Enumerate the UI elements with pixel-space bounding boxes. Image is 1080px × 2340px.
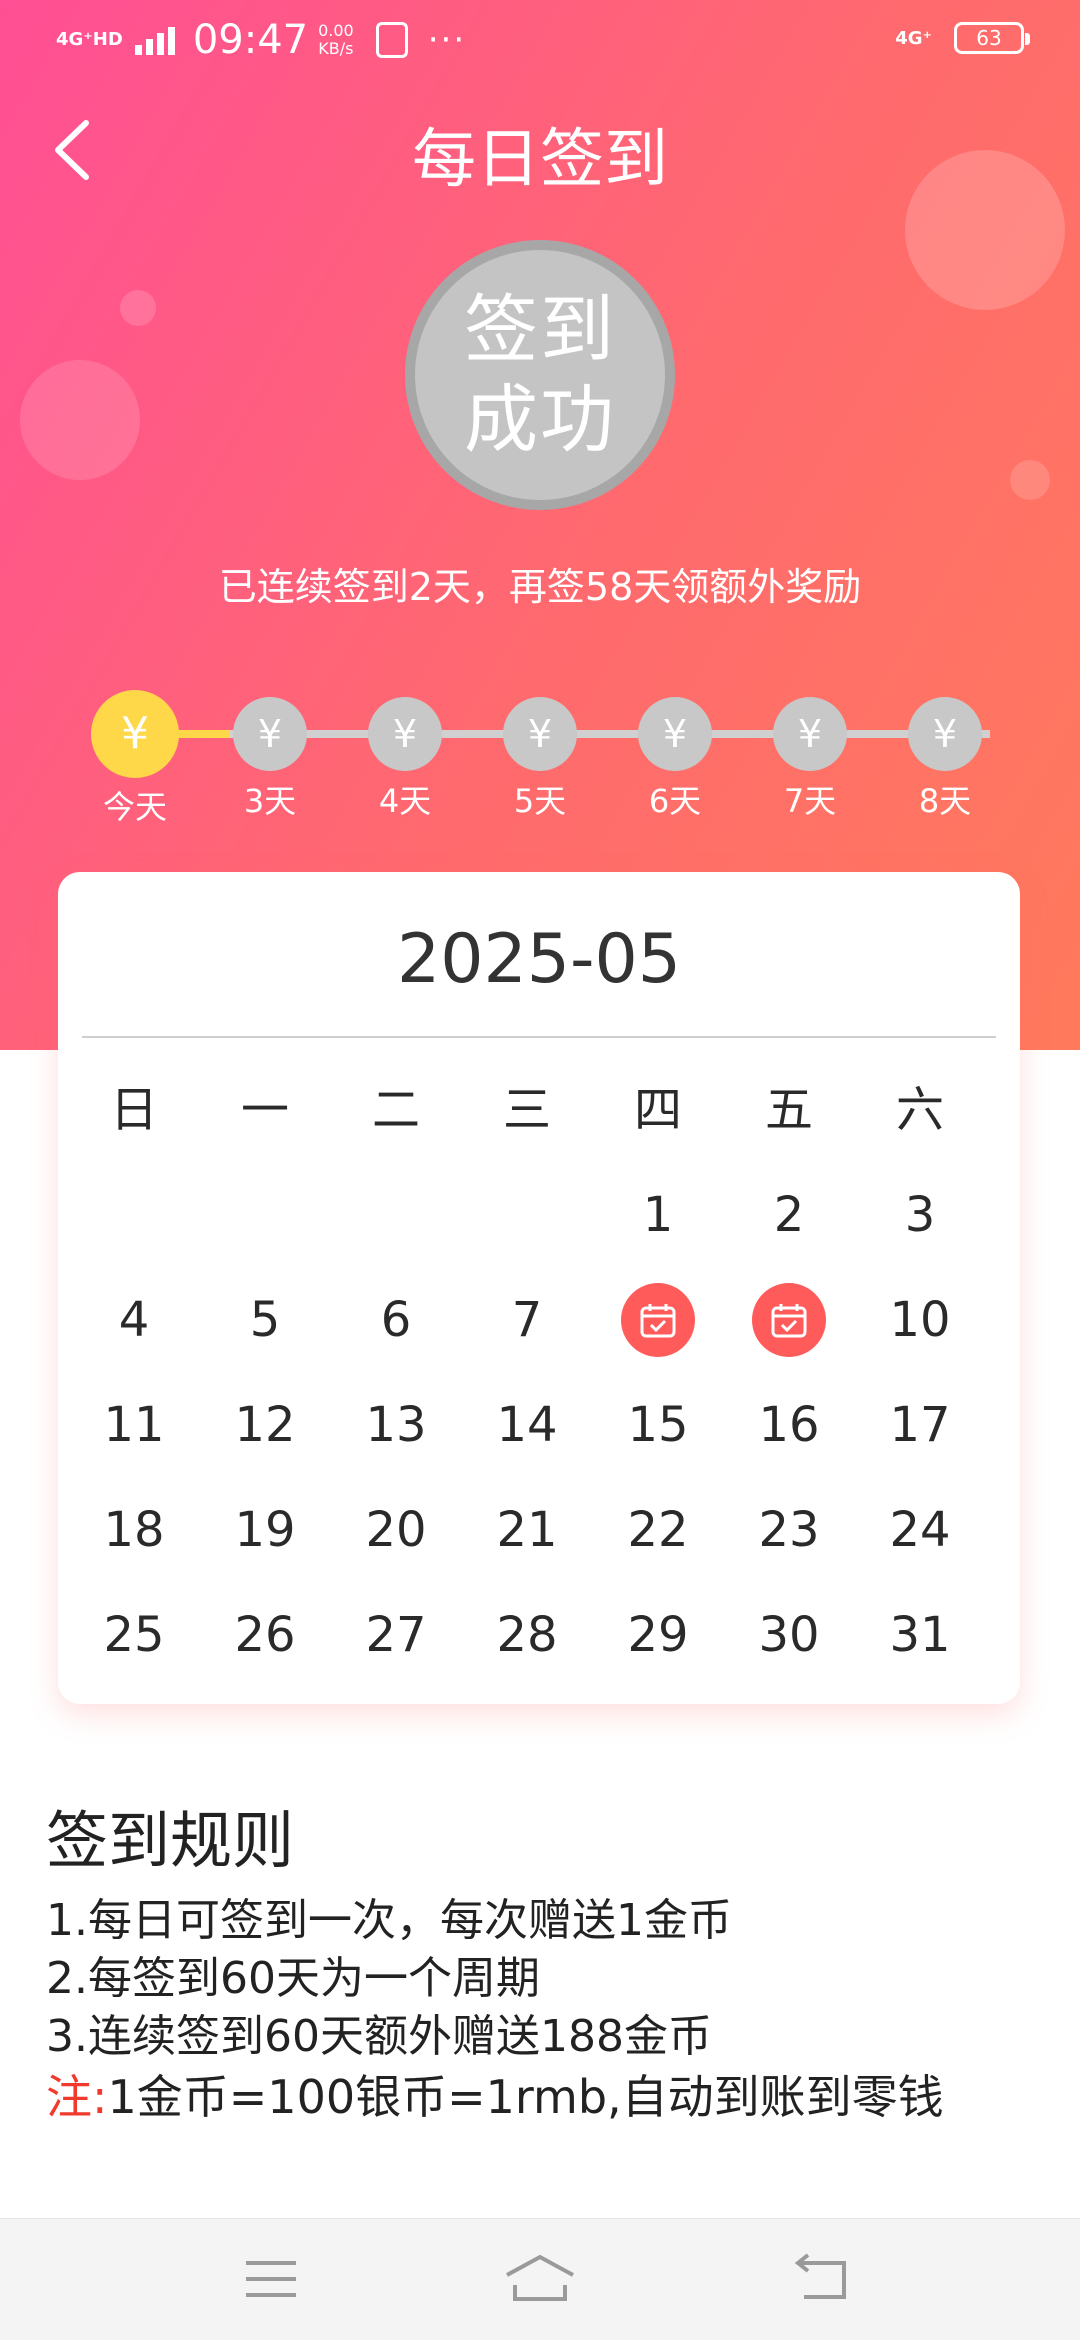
- weekday-header: 一: [240, 1082, 289, 1138]
- decorative-bubble: [20, 360, 140, 480]
- rule-item: 1.每日可签到一次，每次赠送1金币: [46, 1895, 732, 1946]
- calendar-day[interactable]: 4: [84, 1280, 184, 1360]
- reward-coin-icon: ¥: [368, 697, 442, 771]
- calendar-day[interactable]: 14: [477, 1385, 577, 1465]
- calendar-day[interactable]: 26: [215, 1595, 315, 1675]
- calendar-day[interactable]: 18: [84, 1490, 184, 1570]
- calendar-day[interactable]: 21: [477, 1490, 577, 1570]
- checkin-rules: 签到规则 1.每日可签到一次，每次赠送1金币 2.每签到60天为一个周期 3.连…: [46, 1790, 1046, 2128]
- reward-coin-icon: ¥: [638, 697, 712, 771]
- calendar-month: 2025-05: [396, 920, 682, 999]
- reward-coin-icon: ¥: [91, 690, 179, 778]
- return-icon: [794, 2253, 846, 2299]
- calendar-day[interactable]: 2: [739, 1175, 839, 1255]
- network-type: 4G⁺HD: [56, 29, 123, 50]
- home-button[interactable]: [495, 2249, 585, 2309]
- badge-line-1: 签到: [464, 287, 616, 373]
- checked-calendar-icon: [621, 1283, 695, 1357]
- rule-note: 注:1金币=100银币=1rmb,自动到账到零钱: [46, 2066, 1046, 2128]
- calendar-day[interactable]: 27: [346, 1595, 446, 1675]
- streak-message: 已连续签到2天，再签58天领额外奖励: [218, 565, 862, 609]
- calendar-day[interactable]: 15: [608, 1385, 708, 1465]
- calendar-day[interactable]: 16: [739, 1385, 839, 1465]
- calendar-day-signed[interactable]: [739, 1280, 839, 1360]
- battery-level: 63: [976, 26, 1002, 50]
- sim-card-icon: [375, 22, 408, 58]
- reward-coin-icon: ¥: [233, 697, 307, 771]
- calendar-day[interactable]: 10: [870, 1280, 970, 1360]
- calendar-day[interactable]: 3: [870, 1175, 970, 1255]
- calendar-day[interactable]: 28: [477, 1595, 577, 1675]
- rules-title: 签到规则: [46, 1804, 295, 1877]
- rule-item: 3.连续签到60天额外赠送188金币: [46, 2011, 712, 2062]
- page-title: 每日签到: [412, 123, 668, 197]
- calendar-day[interactable]: 20: [346, 1490, 446, 1570]
- status-bar: 4G⁺HD 09:47 0.00 KB/s ··· 4G⁺ 63: [0, 0, 1080, 80]
- status-time: 09:47: [192, 17, 309, 63]
- calendar-day[interactable]: 6: [346, 1280, 446, 1360]
- reward-step-label: 4天: [378, 782, 432, 820]
- decorative-bubble: [1010, 460, 1050, 500]
- network-speed-unit: KB/s: [318, 39, 354, 58]
- weekday-header: 二: [371, 1082, 420, 1138]
- battery-icon: 63: [954, 22, 1030, 54]
- weekday-header: 五: [764, 1082, 813, 1138]
- divider: [82, 1036, 996, 1038]
- weekday-header: 三: [502, 1082, 551, 1138]
- calendar-day[interactable]: 7: [477, 1280, 577, 1360]
- calendar-day[interactable]: 1: [608, 1175, 708, 1255]
- checked-calendar-icon: [752, 1283, 826, 1357]
- system-navigation-bar: [0, 2218, 1080, 2340]
- calendar-check-icon: [771, 1304, 807, 1338]
- recent-apps-button[interactable]: [226, 2249, 316, 2309]
- note-text: 1金币=100银币=1rmb,自动到账到零钱: [107, 2070, 944, 2124]
- calendar-day[interactable]: 29: [608, 1595, 708, 1675]
- network-type-right: 4G⁺: [895, 27, 932, 49]
- reward-coin-icon: ¥: [503, 697, 577, 771]
- menu-icon: [246, 2261, 296, 2297]
- checkin-success-badge: 签到 成功: [405, 240, 675, 510]
- checkin-calendar: 2025-05 日一二三四五六 1 2 3 4 5 6 7 10 11 12 13 14 15 16 17 18…: [58, 872, 1020, 1704]
- calendar-day[interactable]: 24: [870, 1490, 970, 1570]
- calendar-day[interactable]: 22: [608, 1490, 708, 1570]
- reward-coin-icon: ¥: [773, 697, 847, 771]
- calendar-day[interactable]: 5: [215, 1280, 315, 1360]
- calendar-day[interactable]: 25: [84, 1595, 184, 1675]
- weekday-header: 日: [109, 1082, 158, 1138]
- calendar-day[interactable]: 13: [346, 1385, 446, 1465]
- badge-line-2: 成功: [464, 377, 616, 463]
- reward-step-label: 3天: [243, 782, 297, 820]
- weekday-header: 六: [895, 1082, 944, 1138]
- calendar-day[interactable]: 23: [739, 1490, 839, 1570]
- decorative-bubble: [120, 290, 156, 326]
- reward-step-label: 7天: [783, 782, 837, 820]
- calendar-day[interactable]: 19: [215, 1490, 315, 1570]
- note-label: 注:: [46, 2070, 108, 2124]
- network-speed: 0.00 KB/s: [318, 22, 354, 58]
- reward-step-label: 8天: [918, 782, 972, 820]
- calendar-day[interactable]: 12: [215, 1385, 315, 1465]
- weekday-header: 四: [633, 1082, 682, 1138]
- home-icon: [506, 2254, 574, 2301]
- signal-icon: [134, 25, 183, 55]
- back-nav-button[interactable]: [776, 2249, 866, 2309]
- calendar-check-icon: [640, 1304, 676, 1338]
- reward-coin-icon: ¥: [908, 697, 982, 771]
- calendar-day[interactable]: 30: [739, 1595, 839, 1675]
- rule-item: 2.每签到60天为一个周期: [46, 1953, 540, 2004]
- calendar-day[interactable]: 31: [870, 1595, 970, 1675]
- more-notifications-icon: ···: [427, 20, 467, 60]
- reward-step-label: 6天: [648, 782, 702, 820]
- calendar-day-signed[interactable]: [608, 1280, 708, 1360]
- calendar-day[interactable]: 17: [870, 1385, 970, 1465]
- calendar-day[interactable]: 11: [84, 1385, 184, 1465]
- network-speed-value: 0.00: [318, 21, 354, 40]
- status-right: 4G⁺ 63: [895, 22, 1030, 54]
- reward-step-label: 5天: [513, 782, 567, 820]
- reward-step-label: 今天: [102, 788, 167, 826]
